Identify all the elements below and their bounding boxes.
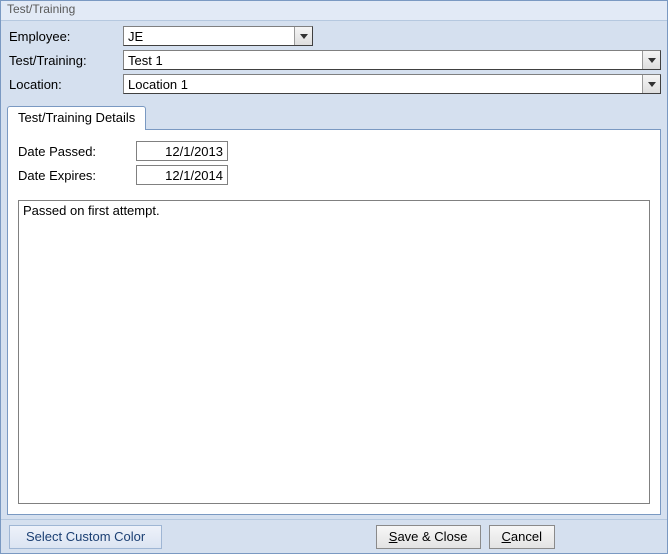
employee-row: Employee: JE xyxy=(7,25,661,47)
test-combobox[interactable]: Test 1 xyxy=(123,50,661,70)
date-passed-label: Date Passed: xyxy=(18,144,136,159)
chevron-down-icon xyxy=(648,82,656,87)
test-label: Test/Training: xyxy=(7,53,123,68)
chevron-down-icon xyxy=(648,58,656,63)
date-expires-input[interactable] xyxy=(136,165,228,185)
location-combobox[interactable]: Location 1 xyxy=(123,74,661,94)
test-dropdown-button[interactable] xyxy=(642,51,660,69)
location-label: Location: xyxy=(7,77,123,92)
location-value: Location 1 xyxy=(128,77,188,92)
tab-details[interactable]: Test/Training Details xyxy=(7,106,146,130)
employee-combobox[interactable]: JE xyxy=(123,26,313,46)
tab-strip: Test/Training Details xyxy=(7,105,661,129)
window-title: Test/Training xyxy=(1,1,667,21)
notes-wrap xyxy=(18,200,650,504)
footer: Select Custom Color Save & Close Cancel xyxy=(1,519,667,553)
test-training-window: Test/Training Employee: JE Test/Training… xyxy=(0,0,668,554)
save-close-button[interactable]: Save & Close xyxy=(376,525,481,549)
tabs-area: Test/Training Details Date Passed: Date … xyxy=(1,105,667,519)
employee-value: JE xyxy=(128,29,143,44)
header-form: Employee: JE Test/Training: Test 1 Locat… xyxy=(1,21,667,105)
date-passed-row: Date Passed: xyxy=(18,140,650,162)
notes-textarea[interactable] xyxy=(18,200,650,504)
select-custom-color-button[interactable]: Select Custom Color xyxy=(9,525,162,549)
date-passed-input[interactable] xyxy=(136,141,228,161)
location-dropdown-button[interactable] xyxy=(642,75,660,93)
chevron-down-icon xyxy=(300,34,308,39)
employee-dropdown-button[interactable] xyxy=(294,27,312,45)
date-expires-row: Date Expires: xyxy=(18,164,650,186)
test-row: Test/Training: Test 1 xyxy=(7,49,661,71)
tab-body: Date Passed: Date Expires: xyxy=(7,129,661,515)
cancel-button[interactable]: Cancel xyxy=(489,525,555,549)
location-row: Location: Location 1 xyxy=(7,73,661,95)
employee-label: Employee: xyxy=(7,29,123,44)
test-value: Test 1 xyxy=(128,53,163,68)
date-expires-label: Date Expires: xyxy=(18,168,136,183)
